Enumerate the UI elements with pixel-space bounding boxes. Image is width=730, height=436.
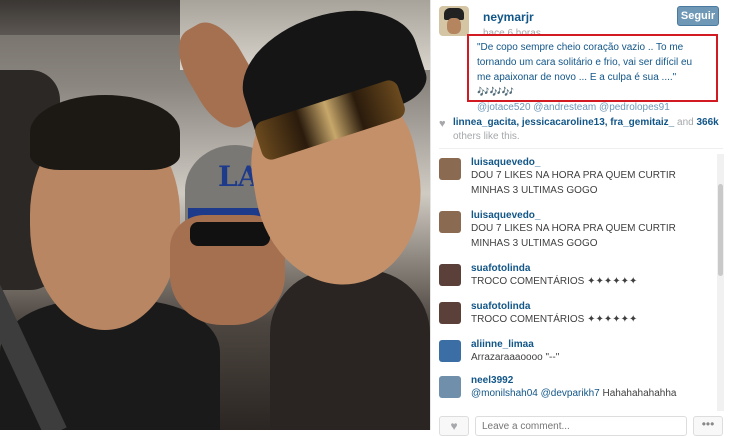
comment-username[interactable]: raianephotiades xyxy=(471,408,715,411)
comment-body: Hahahahahahha xyxy=(599,388,677,399)
comment-item: neel3992 @monilshah04 @devparikh7 Hahaha… xyxy=(439,372,715,408)
comment-avatar[interactable] xyxy=(439,302,461,324)
follow-button[interactable]: Seguir xyxy=(677,6,719,26)
post-header: neymarjr hace 6 horas Seguir xyxy=(439,6,723,39)
caption-tags[interactable]: @jotace520 @andresteam @pedrolopes91 xyxy=(477,102,670,113)
comment-item: suafotolinda TROCO COMENTÁRIOS ✦✦✦✦✦✦ xyxy=(439,298,715,336)
comment-text: DOU 7 LIKES NA HORA PRA QUEM CURTIR MINH… xyxy=(471,170,676,196)
caption-text: "De copo sempre cheio coração vazio .. T… xyxy=(477,42,693,98)
comment-avatar[interactable] xyxy=(439,340,461,362)
username-link[interactable]: neymarjr xyxy=(483,10,534,24)
more-options-button[interactable]: ••• xyxy=(693,416,723,436)
person-middle-sunglasses xyxy=(190,222,270,246)
likes-summary: ♥ linnea_gacita, jessicacaroline13, fra_… xyxy=(439,116,727,144)
comment-text: TROCO COMENTÁRIOS ✦✦✦✦✦✦ xyxy=(471,314,638,325)
post-caption: "De copo sempre cheio coração vazio .. T… xyxy=(477,40,708,115)
comment-item: aliinne_limaa Arrazaraaaoooo "--" xyxy=(439,336,715,372)
comment-text: @monilshah04 @devparikh7 Hahahahahahha xyxy=(471,386,715,401)
person-left-hair xyxy=(30,95,180,170)
like-button[interactable]: ♥ xyxy=(439,416,469,436)
likes-and: and xyxy=(674,117,697,128)
comment-avatar[interactable] xyxy=(439,376,461,398)
comment-scrollbar[interactable] xyxy=(717,154,724,411)
caption-highlight: "De copo sempre cheio coração vazio .. T… xyxy=(467,34,718,113)
divider xyxy=(439,148,723,149)
likes-suffix: others like this. xyxy=(453,131,520,142)
heart-icon: ♥ xyxy=(439,118,446,130)
comment-avatar[interactable] xyxy=(439,158,461,180)
likers-list[interactable]: linnea_gacita, jessicacaroline13, fra_ge… xyxy=(453,117,674,128)
comment-footer: ♥ ••• xyxy=(439,416,723,436)
comment-input[interactable] xyxy=(475,416,687,436)
heart-icon: ♥ xyxy=(450,419,458,433)
post-photo[interactable]: LA xyxy=(0,0,430,430)
comment-username[interactable]: aliinne_limaa xyxy=(471,336,715,350)
comment-username[interactable]: neel3992 xyxy=(471,372,715,386)
comment-item: luisaquevedo_ DOU 7 LIKES NA HORA PRA QU… xyxy=(439,154,715,207)
avatar[interactable] xyxy=(439,6,469,36)
scrollbar-thumb[interactable] xyxy=(718,184,723,276)
comment-avatar[interactable] xyxy=(439,264,461,286)
comment-list: luisaquevedo_ DOU 7 LIKES NA HORA PRA QU… xyxy=(439,154,715,411)
comment-item: luisaquevedo_ DOU 7 LIKES NA HORA PRA QU… xyxy=(439,207,715,260)
comment-text: DOU 7 LIKES NA HORA PRA QUEM CURTIR MINH… xyxy=(471,223,676,249)
comment-username[interactable]: suafotolinda xyxy=(471,260,715,274)
comment-username[interactable]: suafotolinda xyxy=(471,298,715,312)
comment-username[interactable]: luisaquevedo_ xyxy=(471,154,715,168)
comment-text: TROCO COMENTÁRIOS ✦✦✦✦✦✦ xyxy=(471,276,638,287)
comment-text: Arrazaraaaoooo "--" xyxy=(471,352,560,363)
likes-count[interactable]: 366k xyxy=(696,117,718,128)
person-right-body xyxy=(270,270,430,430)
post-sidebar: neymarjr hace 6 horas Seguir "De copo se… xyxy=(430,0,730,436)
comment-item: suafotolinda TROCO COMENTÁRIOS ✦✦✦✦✦✦ xyxy=(439,260,715,298)
comment-username[interactable]: luisaquevedo_ xyxy=(471,207,715,221)
comment-mentions[interactable]: @monilshah04 @devparikh7 xyxy=(471,388,600,399)
comment-item: raianephotiades xyxy=(439,408,715,411)
comment-avatar[interactable] xyxy=(439,211,461,233)
